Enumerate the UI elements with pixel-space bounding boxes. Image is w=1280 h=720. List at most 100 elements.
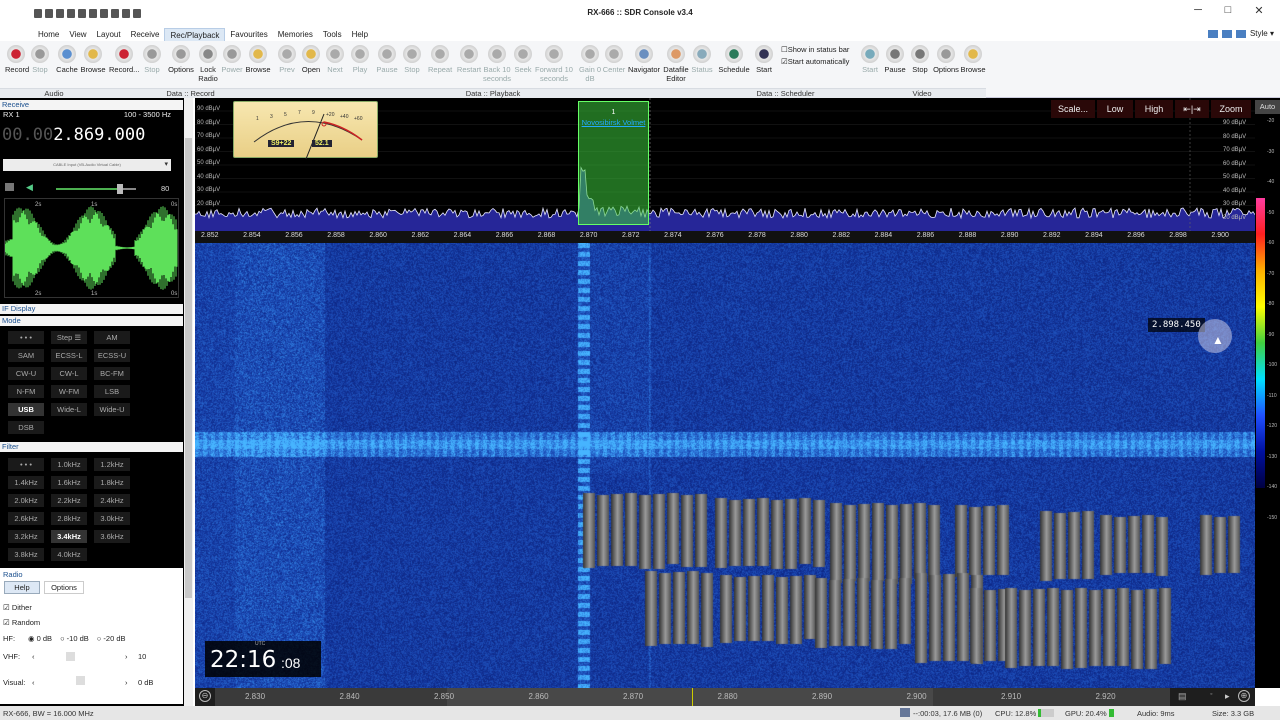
layout-icon-1[interactable] — [1208, 30, 1218, 38]
ribbon-browse-button-9[interactable]: Browse — [245, 45, 271, 74]
mode-bc-fm-button[interactable]: BC-FM — [94, 367, 130, 380]
minimize-button[interactable]: ─ — [1190, 4, 1206, 16]
ribbon-lock-button-7[interactable]: Lock Radio — [198, 45, 218, 83]
zoom-in-icon[interactable]: ⊕ — [1238, 690, 1250, 702]
filter-2-4khz-button[interactable]: 2.4kHz — [94, 494, 130, 507]
dither-checkbox[interactable]: ☑ Dither — [3, 603, 32, 612]
overview-calendar-icon[interactable]: ▤ — [1178, 691, 1187, 702]
filter-3-8khz-button[interactable]: 3.8kHz — [8, 548, 44, 561]
mode-lsb-button[interactable]: LSB — [94, 385, 130, 398]
spectrum-zoom-button[interactable]: Zoom — [1211, 100, 1251, 118]
ribbon-pause-button-29[interactable]: Pause — [884, 45, 906, 74]
spectrum-item-button[interactable]: ⇤|⇥ — [1175, 100, 1209, 118]
ribbon-browse-button-32[interactable]: Browse — [960, 45, 986, 74]
filter-1-6khz-button[interactable]: 1.6kHz — [51, 476, 87, 489]
checkbox-start-automatically[interactable]: ☑Start automatically — [781, 56, 849, 68]
menu-receive[interactable]: Receive — [126, 28, 165, 41]
menu-favourites[interactable]: Favourites — [225, 28, 272, 41]
ribbon-cache-button-2[interactable]: Cache — [55, 45, 79, 74]
hf-option-0-db[interactable]: ◉ 0 dB — [28, 634, 52, 643]
waterfall-color-scale[interactable]: Auto -20 -30 -40 -50 -60 -70 -80 -90 -100 -110 -12… — [1255, 98, 1280, 688]
vfo-frequency[interactable]: 00.002.869.000 — [2, 125, 145, 145]
receive-panel-header[interactable]: Receive ✕ — [0, 100, 183, 110]
visual-increment-icon[interactable]: › — [125, 678, 128, 687]
ribbon-stop-button-30[interactable]: Stop — [910, 45, 930, 74]
auto-scale-button[interactable]: Auto — [1255, 100, 1280, 114]
ribbon-options-button-6[interactable]: Options — [167, 45, 195, 74]
random-checkbox[interactable]: ☑ Random — [3, 618, 40, 627]
vhf-decrement-icon[interactable]: ‹ — [32, 652, 35, 661]
options-tab[interactable]: Options — [44, 581, 84, 594]
hf-option-10-db[interactable]: ○ -10 dB — [60, 634, 89, 643]
waterfall-display[interactable]: 2.898.450 ▲ UTC 22:16 :08 — [195, 243, 1255, 688]
vhf-increment-icon[interactable]: › — [125, 652, 128, 661]
spectrum-high-button[interactable]: High — [1135, 100, 1173, 118]
mode-ecss-u-button[interactable]: ECSS-U — [94, 349, 130, 362]
ribbon-datafile-button-24[interactable]: Datafile Editor — [662, 45, 690, 83]
hf-option-20-db[interactable]: ○ -20 dB — [97, 634, 126, 643]
marker-label[interactable]: Novosibirsk Volmet — [579, 118, 648, 127]
filter-3-4khz-button[interactable]: 3.4kHz — [51, 530, 87, 543]
spectrum-scale-button[interactable]: Scale... — [1051, 100, 1095, 118]
menu-home[interactable]: Home — [33, 28, 64, 41]
spectrum-display[interactable]: 90 dBµV 80 dBµV 70 dBµV 60 dBµV 50 dBµV 40 dB… — [195, 98, 1255, 243]
filter-item-button[interactable]: • • • — [8, 458, 44, 471]
filter-1-0khz-button[interactable]: 1.0kHz — [51, 458, 87, 471]
menu-help[interactable]: Help — [347, 28, 373, 41]
visual-slider-thumb[interactable] — [76, 676, 85, 685]
spectrum-icon[interactable] — [5, 183, 14, 191]
ribbon-schedule-button-26[interactable]: Schedule — [718, 45, 750, 74]
filter-2-8khz-button[interactable]: 2.8kHz — [51, 512, 87, 525]
ribbon-navigator-button-23[interactable]: Navigator — [627, 45, 661, 74]
mode-header[interactable]: Mode — [0, 316, 183, 326]
filter-3-6khz-button[interactable]: 3.6kHz — [94, 530, 130, 543]
mode-dsb-button[interactable]: DSB — [8, 421, 44, 434]
close-button[interactable]: ✕ — [1251, 4, 1267, 17]
style-menu[interactable]: Style ▾ — [1250, 29, 1274, 38]
mode-step-button[interactable]: Step ☰ — [51, 331, 87, 344]
overview-frequency-bar[interactable]: ⊖ 2.830 2.840 2.850 2.860 2.870 2.880 2.890 2.9… — [195, 688, 1255, 706]
mode-wide-u-button[interactable]: Wide-U — [94, 403, 130, 416]
ribbon-record-button-0[interactable]: Record — [5, 45, 27, 74]
filter-1-4khz-button[interactable]: 1.4kHz — [8, 476, 44, 489]
filter-3-2khz-button[interactable]: 3.2kHz — [8, 530, 44, 543]
filter-3-0khz-button[interactable]: 3.0kHz — [94, 512, 130, 525]
menu-memories[interactable]: Memories — [273, 28, 318, 41]
layout-icon-2[interactable] — [1222, 30, 1232, 38]
filter-1-8khz-button[interactable]: 1.8kHz — [94, 476, 130, 489]
left-panel-scrollbar[interactable] — [184, 98, 193, 706]
checkbox-show-in-status-bar[interactable]: ☐Show in status bar — [781, 44, 849, 56]
mode-wide-l-button[interactable]: Wide-L — [51, 403, 87, 416]
mode-cw-u-button[interactable]: CW-U — [8, 367, 44, 380]
menu-layout[interactable]: Layout — [92, 28, 126, 41]
filter-header[interactable]: Filter — [0, 442, 183, 452]
ribbon-record-button-4[interactable]: Record... — [109, 45, 139, 74]
menu-rec-playback[interactable]: Rec/Playback — [164, 28, 225, 41]
audio-device-select[interactable]: CABLE Input (VB-Audio Virtual Cable) ▾ — [3, 159, 171, 171]
if-display-header[interactable]: IF Display — [0, 304, 183, 314]
filter-1-2khz-button[interactable]: 1.2kHz — [94, 458, 130, 471]
visual-decrement-icon[interactable]: ‹ — [32, 678, 35, 687]
mode-cw-l-button[interactable]: CW-L — [51, 367, 87, 380]
filter-2-2khz-button[interactable]: 2.2kHz — [51, 494, 87, 507]
mode-item-button[interactable]: • • • — [8, 331, 44, 344]
mode-sam-button[interactable]: SAM — [8, 349, 44, 362]
ribbon-open-button-11[interactable]: Open — [301, 45, 321, 74]
mode-am-button[interactable]: AM — [94, 331, 130, 344]
speaker-icon[interactable]: ◀ — [26, 182, 33, 193]
filter-2-6khz-button[interactable]: 2.6kHz — [8, 512, 44, 525]
overview-dot-icon[interactable]: ◦ — [1210, 691, 1212, 698]
vhf-slider-thumb[interactable] — [66, 652, 75, 661]
ribbon-start-button-27[interactable]: Start — [754, 45, 774, 74]
spectrum-low-button[interactable]: Low — [1097, 100, 1133, 118]
layout-icon-3[interactable] — [1236, 30, 1246, 38]
filter-4-0khz-button[interactable]: 4.0kHz — [51, 548, 87, 561]
scroll-right-icon[interactable]: ▸ — [1225, 691, 1230, 702]
menu-tools[interactable]: Tools — [318, 28, 347, 41]
filter-2-0khz-button[interactable]: 2.0kHz — [8, 494, 44, 507]
mode-usb-button[interactable]: USB — [8, 403, 44, 416]
volume-slider[interactable] — [56, 188, 136, 190]
ribbon-options-button-31[interactable]: Options — [932, 45, 960, 74]
menu-view[interactable]: View — [64, 28, 91, 41]
signal-marker[interactable]: 1 Novosibirsk Volmet — [578, 101, 649, 225]
